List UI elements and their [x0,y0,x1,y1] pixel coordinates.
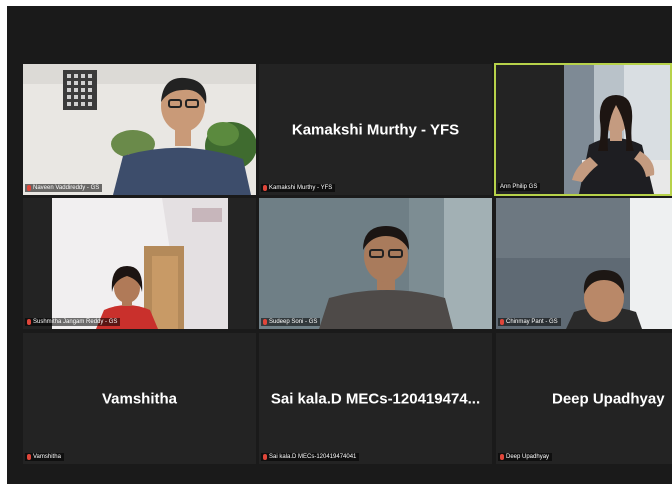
participant-video [52,198,228,329]
muted-mic-icon [263,454,267,460]
participant-name-label: Sudeep Soni - GS [261,318,321,326]
participant-tile-vamshitha[interactable]: Vamshitha Vamshitha [23,333,256,464]
muted-mic-icon [500,454,504,460]
participant-video [259,198,492,329]
participant-tile-saikala[interactable]: Sai kala.D MECs-120419474... Sai kala.D … [259,333,492,464]
participant-name-label: Kamakshi Murthy - YFS [261,184,336,192]
muted-mic-icon [27,319,31,325]
participant-display-name: Sai kala.D MECs-120419474... [270,390,481,407]
participant-name-label: Vamshitha [25,453,64,461]
window-bottom-edge [0,484,672,490]
participant-tile-chinmay[interactable]: Chinmay Pant - GS [496,198,672,329]
participant-name-label: Sushmitha Jangam Reddy - GS [25,318,121,326]
participant-tile-kamakshi[interactable]: Kamakshi Murthy - YFS Kamakshi Murthy - … [259,64,492,195]
muted-mic-icon [500,319,504,325]
participant-display-name: Kamakshi Murthy - YFS [291,121,460,138]
participant-tile-deep[interactable]: Deep Upadhyay Deep Upadhyay [496,333,672,464]
participant-tile-sudeep[interactable]: Sudeep Soni - GS [259,198,492,329]
muted-mic-icon [27,454,31,460]
participant-tile-naveen[interactable]: Naveen Vaddireddy - GS [23,64,256,195]
participant-name-label: Naveen Vaddireddy - GS [25,184,103,192]
participant-video [496,198,672,329]
participant-name-label: Chinmay Pant - GS [498,318,561,326]
muted-mic-icon [27,185,31,191]
participant-name-label: Deep Upadhyay [498,453,553,461]
participant-tile-ann[interactable]: Ann Philip GS [494,63,672,196]
participant-name-label: Sai kala.D MECs-120419474041 [261,453,360,461]
participant-display-name: Vamshitha [101,390,178,407]
gallery-grid: Naveen Vaddireddy - GS Kamakshi Murthy -… [0,0,672,490]
participant-tile-sushmitha[interactable]: Sushmitha Jangam Reddy - GS [23,198,256,329]
participant-video [564,65,670,194]
participant-name-label: Ann Philip GS [498,183,541,191]
participant-video [23,64,256,195]
muted-mic-icon [263,319,267,325]
muted-mic-icon [263,185,267,191]
participant-display-name: Deep Upadhyay [552,390,665,407]
